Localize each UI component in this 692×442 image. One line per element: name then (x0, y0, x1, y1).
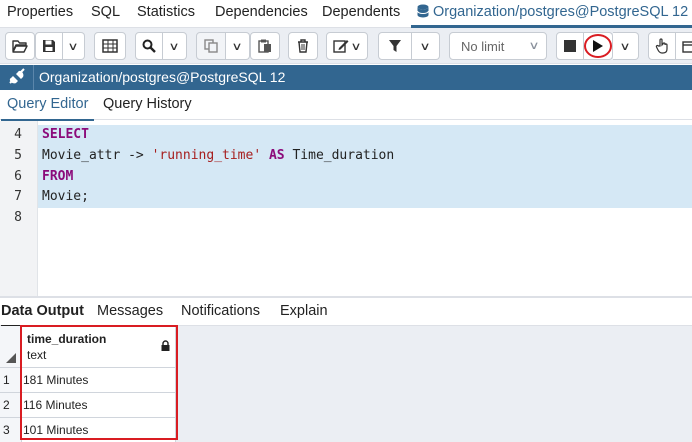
row-number[interactable]: 1 (0, 368, 22, 393)
result-grid: time_duration text 1 181 Minutes 2 116 M… (0, 326, 692, 442)
copy-button[interactable] (196, 32, 226, 60)
query-toolbar: ∨ ∨ ∨ ∨ ∨ No limit ∨ ∨ (0, 28, 692, 64)
top-tab-bar: Properties SQL Statistics Dependencies D… (0, 0, 692, 28)
edit-dropdown-button[interactable]: ∨ (326, 32, 368, 60)
chevron-down-icon: ∨ (619, 40, 632, 53)
row-number[interactable]: 3 (0, 418, 22, 442)
line-number: 6 (14, 168, 22, 184)
play-icon (593, 40, 603, 52)
column-header[interactable]: time_duration text (22, 326, 176, 368)
find-dropdown-button[interactable]: ∨ (163, 32, 187, 60)
database-icon (417, 4, 429, 18)
tab-notifications[interactable]: Notifications (181, 298, 260, 326)
table-cell[interactable]: 181 Minutes (22, 368, 176, 393)
tab-data-output[interactable]: Data Output (1, 298, 84, 327)
code-text: Movie_attr -> (42, 147, 152, 163)
row-limit-select[interactable]: No limit ∨ (449, 32, 547, 60)
filter-dropdown-button[interactable]: ∨ (412, 32, 440, 60)
code-line: SELECT (38, 125, 692, 146)
stop-icon (564, 40, 576, 52)
line-number-gutter: 4 5 6 7 8 (0, 121, 38, 296)
edit-grid-button[interactable] (94, 32, 126, 60)
copy-dropdown-button[interactable]: ∨ (226, 32, 250, 60)
chevron-down-icon: ∨ (350, 40, 363, 53)
pencil-square-icon (333, 40, 349, 53)
table-grid-icon (102, 39, 118, 53)
table-cell[interactable]: 101 Minutes (22, 418, 176, 442)
code-line: Movie; (38, 187, 692, 209)
tab-messages[interactable]: Messages (97, 298, 163, 326)
sql-keyword: FROM (42, 168, 74, 184)
execute-dropdown-button[interactable]: ∨ (613, 32, 639, 60)
chevron-down-icon: ∨ (168, 40, 181, 53)
row-number[interactable]: 2 (0, 393, 22, 418)
line-number: 5 (14, 147, 22, 163)
save-button[interactable] (35, 32, 63, 60)
code-text: Time_duration (284, 147, 395, 163)
sql-editor[interactable]: 4 5 6 7 8 SELECT Movie_attr -> 'running_… (0, 121, 692, 296)
execute-button[interactable] (584, 32, 613, 60)
open-file-button[interactable] (5, 32, 35, 60)
tab-query-editor[interactable]: Query Editor (0, 90, 95, 121)
commit-button[interactable] (648, 32, 676, 60)
folder-open-icon (12, 40, 28, 53)
table-cell[interactable]: 116 Minutes (22, 393, 176, 418)
tab-query-history[interactable]: Query History (103, 90, 192, 120)
code-area[interactable]: SELECT Movie_attr -> 'running_time' AS T… (38, 125, 692, 229)
search-icon (142, 39, 156, 53)
chevron-down-icon: ∨ (419, 40, 432, 53)
tab-statistics[interactable]: Statistics (137, 0, 195, 28)
editor-tab-bar: Query Editor Query History (0, 90, 692, 121)
tab-dependencies[interactable]: Dependencies (215, 0, 308, 28)
rollback-button[interactable] (676, 32, 692, 60)
column-type: text (27, 348, 47, 362)
chevron-down-icon: ∨ (67, 40, 80, 53)
save-dropdown-button[interactable]: ∨ (63, 32, 85, 60)
sql-string: 'running_time' (151, 147, 262, 163)
connection-bar: Organization/postgres@PostgreSQL 12 (0, 65, 692, 90)
line-number: 4 (14, 127, 22, 142)
paste-button[interactable] (250, 32, 280, 60)
chevron-down-icon: ∨ (528, 40, 540, 52)
chevron-down-icon: ∨ (231, 40, 244, 53)
line-number: 8 (14, 210, 22, 226)
line-number: 7 (14, 189, 22, 205)
trash-icon (298, 39, 308, 53)
paste-icon (258, 39, 271, 53)
tab-dependents[interactable]: Dependents (322, 0, 400, 28)
hand-pointer-icon (655, 38, 668, 54)
sql-keyword: SELECT (42, 127, 89, 142)
calendar-icon (681, 40, 692, 53)
lock-icon (161, 340, 170, 351)
copy-icon (204, 39, 218, 53)
row-limit-value: No limit (461, 38, 505, 54)
tab-query-tool[interactable]: Organization/postgres@PostgreSQL 12 * (411, 0, 692, 28)
sql-keyword: AS (268, 147, 285, 163)
tab-properties[interactable]: Properties (7, 0, 73, 28)
tab-query-tool-label: Organization/postgres@PostgreSQL 12 * (433, 4, 692, 20)
column-name: time_duration (27, 332, 107, 346)
stop-button[interactable] (556, 32, 584, 60)
code-line: FROM (38, 166, 692, 188)
plug-icon[interactable] (6, 68, 26, 87)
code-text: Movie; (42, 189, 89, 205)
filter-icon (389, 40, 401, 52)
output-tab-bar: Data Output Messages Notifications Expla… (0, 298, 692, 327)
select-all-corner[interactable] (0, 326, 22, 368)
corner-triangle-icon (6, 353, 16, 363)
connection-separator (33, 65, 34, 90)
code-line: Movie_attr -> 'running_time' AS Time_dur… (38, 145, 692, 167)
connection-title[interactable]: Organization/postgres@PostgreSQL 12 (39, 65, 285, 90)
delete-button[interactable] (288, 32, 318, 60)
filter-button[interactable] (378, 32, 412, 60)
save-icon (43, 40, 55, 52)
tab-sql[interactable]: SQL (91, 0, 120, 28)
tab-explain[interactable]: Explain (280, 298, 328, 326)
find-button[interactable] (135, 32, 163, 60)
